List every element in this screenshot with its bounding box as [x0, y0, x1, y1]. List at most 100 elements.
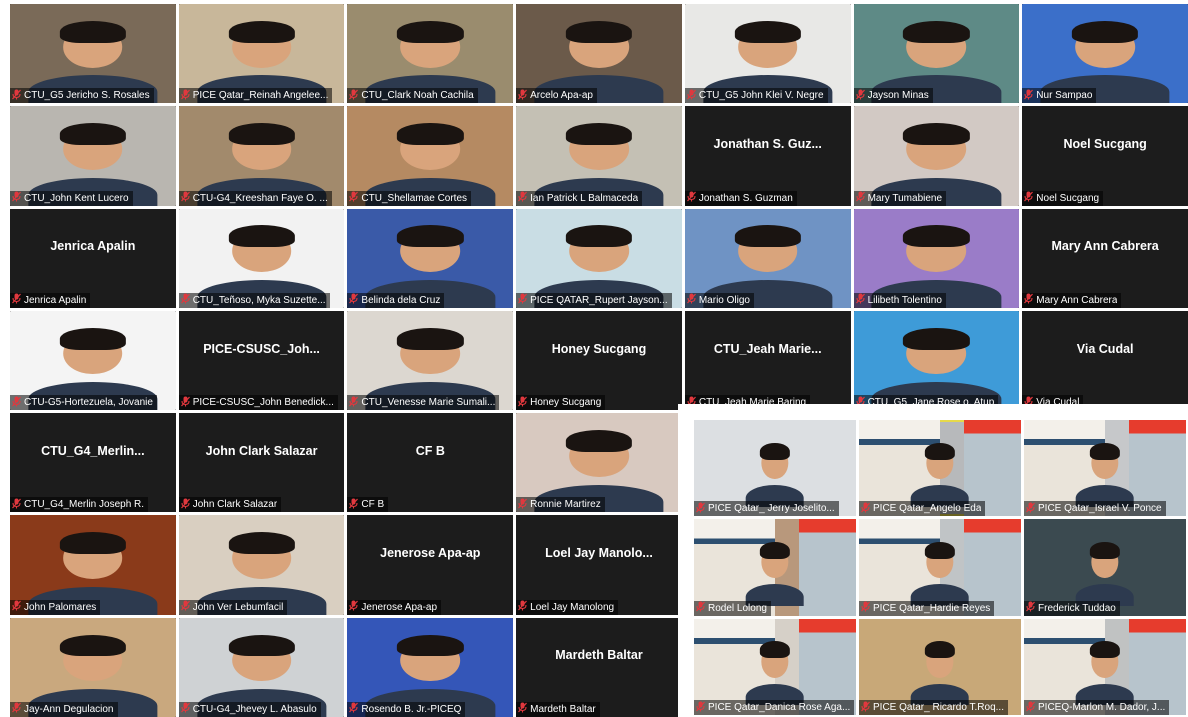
participant-name: PICE Qatar_Israel V. Ponce: [1038, 503, 1162, 515]
participant-video: [738, 529, 813, 607]
participant-name: Loel Jay Manolong: [530, 601, 615, 613]
participant-tile[interactable]: Mario Oligo: [684, 208, 851, 308]
participant-tile[interactable]: CTU_Teñoso, Myka Suzette...: [178, 208, 345, 308]
participant-video: [1068, 529, 1143, 607]
participant-tile[interactable]: Jenerose Apa-ap Jenerose Apa-ap: [347, 515, 514, 615]
participant-hair: [1090, 442, 1120, 460]
inset-participant-tile[interactable]: PICE Qatar_Danica Rose Aga...: [694, 618, 856, 716]
participant-name-bar: Arcelo Apa-ap: [516, 87, 597, 104]
participant-name: John Ver Lebumfacil: [192, 601, 284, 613]
participant-tile[interactable]: Lilibeth Tolentino: [853, 208, 1020, 308]
mic-muted-icon: [518, 87, 530, 104]
participant-tile[interactable]: CTU_Jeah Marie... CTU_Jeah Marie Baring: [684, 310, 851, 411]
participant-tile[interactable]: Rosendo B. Jr.-PICEQ: [347, 617, 514, 717]
participant-hair: [925, 542, 955, 559]
participant-tile[interactable]: Ronnie Martirez: [516, 413, 682, 513]
participant-tile[interactable]: CTU_Venesse Marie Sumali...: [347, 310, 514, 411]
participant-hair: [1090, 542, 1120, 559]
participant-tile[interactable]: Arcelo Apa-ap: [516, 4, 682, 104]
participant-tile[interactable]: Ian Patrick L Balmaceda: [516, 106, 682, 206]
inset-participant-tile[interactable]: PICE Qatar_Hardie Reyes: [859, 519, 1021, 616]
participant-tile[interactable]: CTU-G5-Hortezuela, Jovanie: [10, 310, 176, 411]
inset-participant-tile[interactable]: PICE Qatar_ Ricardo T.Roq...: [859, 618, 1021, 715]
participant-name-bar: PICE QATAR_Rupert Jayson...: [516, 292, 672, 308]
participant-name-bar: CTU_Shellamae Cortes: [347, 190, 472, 206]
participant-tile[interactable]: CTU_Shellamae Cortes: [347, 106, 514, 206]
participant-hair: [59, 123, 126, 145]
participant-tile[interactable]: CTU_Clark Noah Cachila: [347, 4, 514, 104]
inset-participant-tile[interactable]: PICE Qatar_Israel V. Ponce: [1024, 420, 1186, 517]
participant-tile[interactable]: Loel Jay Manolo... Loel Jay Manolong: [516, 515, 682, 615]
participant-tile[interactable]: CTU-G4_Kreeshan Faye O. ...: [178, 106, 345, 206]
inset-participant-tile[interactable]: PICE Qatar_ Jerry Joselito...: [694, 420, 856, 517]
participant-tile[interactable]: John Clark Salazar John Clark Salazar: [178, 413, 345, 513]
participant-placeholder-name: CF B: [415, 443, 445, 458]
participant-tile[interactable]: Nur Sampao: [1022, 4, 1188, 104]
participant-tile[interactable]: CTU_G4_Merlin... CTU_G4_Merlin Joseph R.: [10, 413, 176, 513]
participant-name: PICE QATAR_Rupert Jayson...: [530, 294, 668, 306]
participant-name: CTU_G5 John Klei V. Negre: [698, 90, 824, 102]
participant-placeholder-name: Mardeth Baltar: [555, 648, 643, 663]
participant-tile[interactable]: CTU_G5 John Klei V. Negre: [684, 4, 851, 104]
mic-muted-icon: [349, 598, 361, 615]
participant-tile[interactable]: CTU_John Kent Lucero: [10, 106, 176, 206]
participant-name-bar: Ian Patrick L Balmaceda: [516, 190, 643, 206]
participant-hair: [59, 532, 126, 555]
participant-tile[interactable]: Mary Tumabiene: [853, 106, 1020, 206]
participant-name-bar: CTU_G4_Merlin Joseph R.: [10, 497, 149, 513]
participant-name-bar: Mardeth Baltar: [516, 701, 600, 717]
participant-name-bar: Mario Oligo: [684, 292, 754, 308]
participant-name: Jonathan S. Guzman: [698, 192, 793, 204]
participant-hair: [1090, 641, 1120, 659]
participant-name-bar: CTU_Clark Noah Cachila: [347, 88, 478, 104]
participant-hair: [397, 634, 464, 657]
mic-muted-icon: [12, 598, 24, 615]
mic-muted-icon: [861, 599, 873, 616]
participant-tile[interactable]: John Ver Lebumfacil: [178, 515, 345, 615]
participant-tile[interactable]: Jayson Minas: [853, 4, 1020, 104]
participant-tile[interactable]: Noel Sucgang Noel Sucgang: [1022, 106, 1188, 206]
inset-participant-tile[interactable]: Rodel Lolong: [694, 519, 856, 616]
participant-name: Honey Sucgang: [530, 397, 602, 409]
mic-muted-icon: [696, 699, 708, 716]
participant-hair: [1071, 20, 1139, 43]
participant-name: PICE Qatar_Danica Rose Aga...: [708, 702, 851, 713]
participant-tile[interactable]: CF B CF B: [347, 413, 514, 513]
participant-name: CTU-G4_Jhevey L. Abasulo: [192, 703, 317, 715]
participant-hair: [228, 225, 295, 248]
inset-participant-tile[interactable]: PICE Qatar_Angelo Eda: [859, 420, 1021, 517]
participant-tile[interactable]: Jenrica Apalin Jenrica Apalin: [10, 208, 176, 308]
participant-name: PICE Qatar_Angelo Eda: [873, 503, 982, 515]
participant-name: Mary Ann Cabrera: [1036, 294, 1118, 306]
participant-name-bar: Lilibeth Tolentino: [853, 292, 946, 308]
participant-hair: [397, 20, 464, 43]
participant-tile[interactable]: Mary Ann Cabrera Mary Ann Cabrera: [1022, 208, 1188, 308]
participant-tile[interactable]: Jay-Ann Degulacion: [10, 617, 176, 717]
participant-tile[interactable]: CTU_G5 Jericho S. Rosales: [10, 4, 176, 104]
participant-tile[interactable]: CTU-G4_Jhevey L. Abasulo: [178, 617, 345, 717]
mic-muted-icon: [686, 189, 699, 206]
participant-tile[interactable]: Mardeth Baltar Mardeth Baltar: [516, 617, 682, 717]
participant-name-bar: PICE Qatar_Angelo Eda: [859, 501, 986, 517]
participant-tile[interactable]: Belinda dela Cruz: [347, 208, 514, 308]
participant-placeholder-name: Loel Jay Manolo...: [545, 546, 653, 561]
inset-participant-tile[interactable]: PICEQ-Marlon M. Dador, J...: [1024, 618, 1186, 715]
inset-participant-tile[interactable]: Frederick Tuddao: [1024, 519, 1186, 616]
participant-name-bar: CTU_G5 Jericho S. Rosales: [10, 88, 154, 104]
participant-name: Jayson Minas: [867, 90, 929, 102]
participant-tile[interactable]: CTU_G5_Jane Rose o. Atup: [853, 310, 1020, 411]
participant-tile[interactable]: John Palomares: [10, 515, 176, 615]
participant-tile[interactable]: Jonathan S. Guz... Jonathan S. Guzman: [684, 106, 851, 206]
participant-video: [1068, 628, 1143, 706]
mic-muted-icon: [1024, 87, 1036, 104]
participant-name-bar: CF B: [347, 497, 389, 513]
participant-tile[interactable]: PICE QATAR_Rupert Jayson...: [516, 208, 682, 308]
participant-hair: [565, 225, 633, 248]
participant-hair: [228, 532, 295, 555]
participant-tile[interactable]: Honey Sucgang Honey Sucgang: [516, 310, 682, 411]
participant-hair: [760, 542, 790, 559]
participant-tile[interactable]: PICE Qatar_Reinah Angelee...: [178, 4, 345, 104]
participant-tile[interactable]: Via Cudal Via Cudal: [1022, 310, 1188, 411]
mic-muted-icon: [855, 189, 868, 206]
participant-tile[interactable]: PICE-CSUSC_Joh... PICE-CSUSC_John Benedic…: [178, 310, 345, 411]
